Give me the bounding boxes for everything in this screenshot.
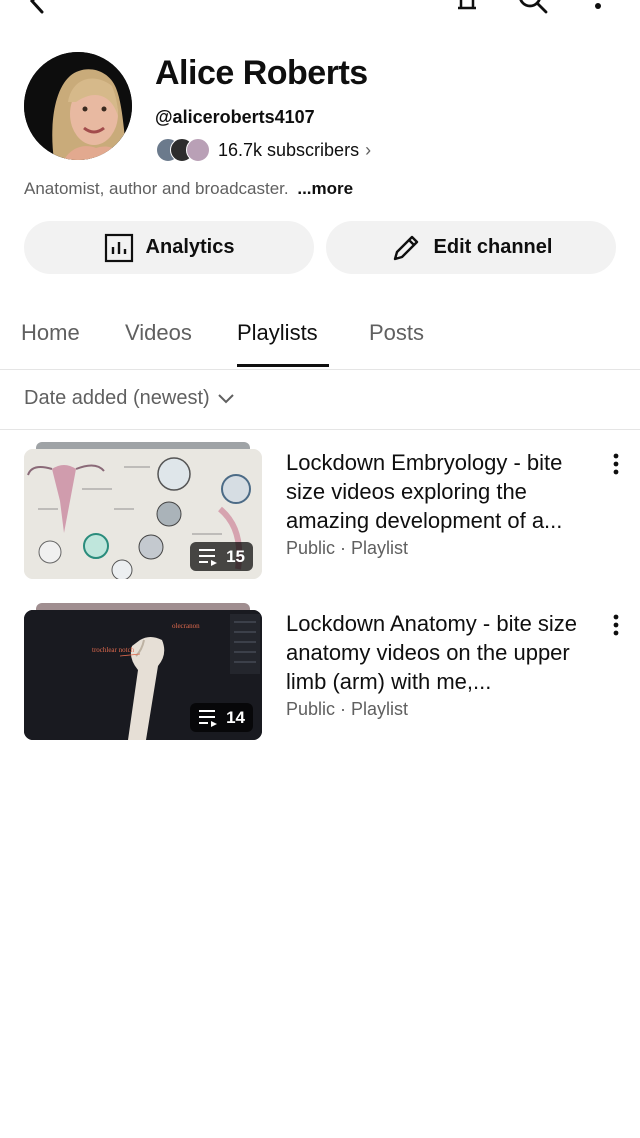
playlist-title[interactable]: Lockdown Embryology - bite size videos e… <box>286 448 601 535</box>
playlist-thumbnail[interactable]: 15 <box>24 442 262 580</box>
playlist-title[interactable]: Lockdown Anatomy - bite size anatomy vid… <box>286 609 601 696</box>
channel-avatar[interactable] <box>24 52 132 160</box>
analytics-button[interactable]: Analytics <box>24 221 314 274</box>
subscriber-count: 16.7k subscribers <box>218 139 360 160</box>
chevron-right-icon: › <box>365 139 372 160</box>
tab-videos[interactable]: Videos <box>125 320 192 346</box>
more-link[interactable]: ...more <box>297 179 353 198</box>
active-tab-indicator <box>237 364 329 367</box>
more-vert-icon[interactable] <box>608 611 624 641</box>
playlist-icon <box>199 548 218 566</box>
more-vert-icon[interactable] <box>608 450 624 480</box>
playlist-icon <box>199 709 218 727</box>
thumb-label-olecranon: olecranon <box>172 622 200 630</box>
edit-channel-button[interactable]: Edit channel <box>326 221 616 274</box>
video-count-badge: 15 <box>190 542 253 571</box>
analytics-label: Analytics <box>145 236 235 258</box>
chevron-down-icon <box>217 393 234 403</box>
channel-handle: @aliceroberts4107 <box>155 107 315 127</box>
tab-posts[interactable]: Posts <box>369 320 424 346</box>
playlist-item[interactable]: olecranon trochlear notch 14 Lockdown An… <box>24 603 640 743</box>
sort-dropdown[interactable]: Date added (newest) <box>24 387 234 410</box>
pencil-icon <box>390 232 422 264</box>
divider <box>0 429 640 430</box>
playlist-meta: Public · Playlist <box>286 699 409 719</box>
channel-description[interactable]: Anatomist, author and broadcaster. ...mo… <box>24 179 353 199</box>
thumb-label-trochlear: trochlear notch <box>92 646 135 654</box>
channel-name: Alice Roberts <box>155 54 368 92</box>
playlist-thumbnail[interactable]: olecranon trochlear notch 14 <box>24 603 262 741</box>
channel-tabs: Home Videos Playlists Posts <box>0 300 640 370</box>
edit-channel-label: Edit channel <box>433 236 553 258</box>
description-text: Anatomist, author and broadcaster. <box>24 179 289 198</box>
playlist-item[interactable]: 15 Lockdown Embryology - bite size video… <box>24 442 640 582</box>
sort-label: Date added (newest) <box>24 387 210 409</box>
thumbnail-image: olecranon trochlear notch 14 <box>24 610 262 740</box>
video-count-badge: 14 <box>190 703 253 732</box>
notifications-bell-icon[interactable] <box>452 0 482 21</box>
tab-playlists[interactable]: Playlists <box>237 320 318 346</box>
video-count: 14 <box>226 707 245 727</box>
playlist-meta: Public · Playlist <box>286 538 409 558</box>
back-arrow-icon[interactable] <box>22 0 52 21</box>
video-count: 15 <box>226 546 245 566</box>
search-icon[interactable] <box>516 0 550 21</box>
top-bar <box>0 0 640 24</box>
subscribers-row[interactable]: 16.7k subscribers › <box>156 137 371 163</box>
subscriber-avatar <box>186 138 210 162</box>
analytics-icon <box>104 233 134 263</box>
tab-home[interactable]: Home <box>21 320 80 346</box>
thumbnail-image: 15 <box>24 449 262 579</box>
more-vert-icon[interactable] <box>592 0 604 21</box>
subscriber-avatars <box>156 138 212 162</box>
